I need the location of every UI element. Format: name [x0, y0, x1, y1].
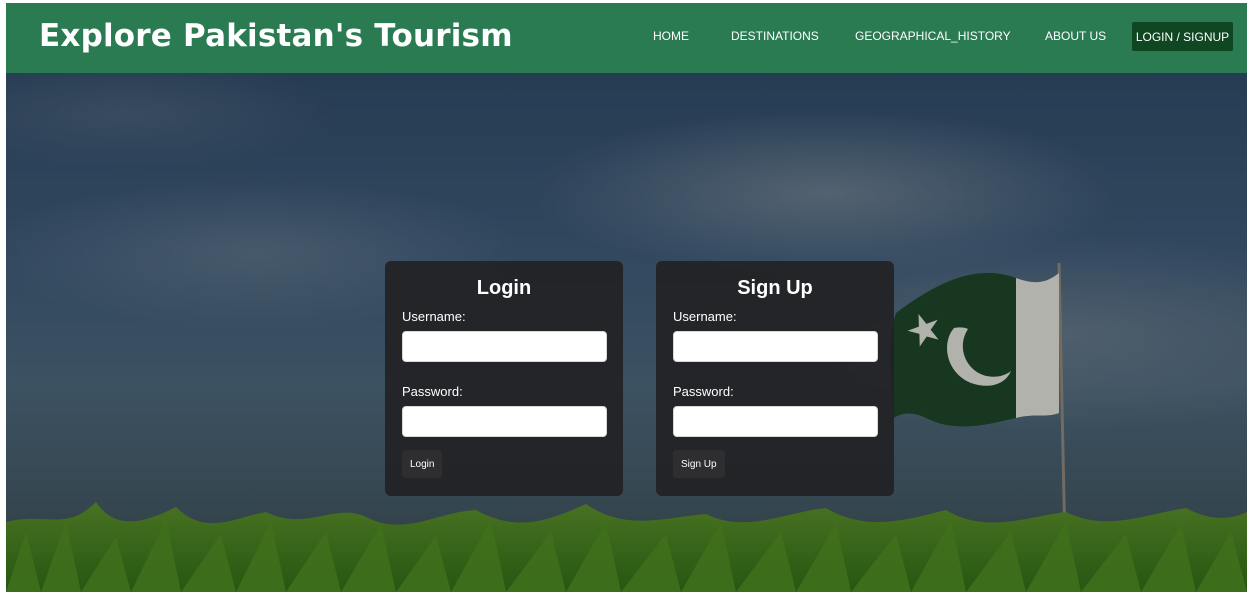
top-navbar: Explore Pakistan's Tourism HOME DESTINAT… — [6, 3, 1247, 73]
signup-button[interactable]: Sign Up — [673, 450, 725, 478]
signup-username-label: Username: — [673, 309, 737, 324]
nav-about-us-link[interactable]: ABOUT US — [1045, 29, 1106, 43]
login-title: Login — [476, 277, 532, 299]
nav-menu: HOME DESTINATIONS GEOGRAPHICAL_HISTORY A… — [6, 3, 1247, 73]
page-frame: Explore Pakistan's Tourism HOME DESTINAT… — [6, 3, 1247, 592]
nav-geographical-history-link[interactable]: GEOGRAPHICAL_HISTORY — [855, 29, 1011, 43]
login-form: Login Username: Password: Login — [385, 261, 623, 496]
signup-password-input[interactable] — [673, 406, 878, 437]
signup-username-input[interactable] — [673, 331, 878, 362]
hero-background — [6, 73, 1247, 592]
login-username-input[interactable] — [402, 331, 607, 362]
login-password-input[interactable] — [402, 406, 607, 437]
signup-title: Sign Up — [737, 277, 813, 299]
login-password-label: Password: — [402, 384, 463, 399]
nav-login-signup-button[interactable]: LOGIN / SIGNUP — [1132, 22, 1233, 51]
login-button[interactable]: Login — [402, 450, 443, 478]
signup-form: Sign Up Username: Password: Sign Up — [656, 261, 894, 496]
nav-destinations-link[interactable]: DESTINATIONS — [731, 29, 819, 43]
nav-home-link[interactable]: HOME — [653, 29, 689, 43]
signup-password-label: Password: — [673, 384, 734, 399]
login-username-label: Username: — [402, 309, 466, 324]
hero-overlay — [6, 73, 1247, 592]
